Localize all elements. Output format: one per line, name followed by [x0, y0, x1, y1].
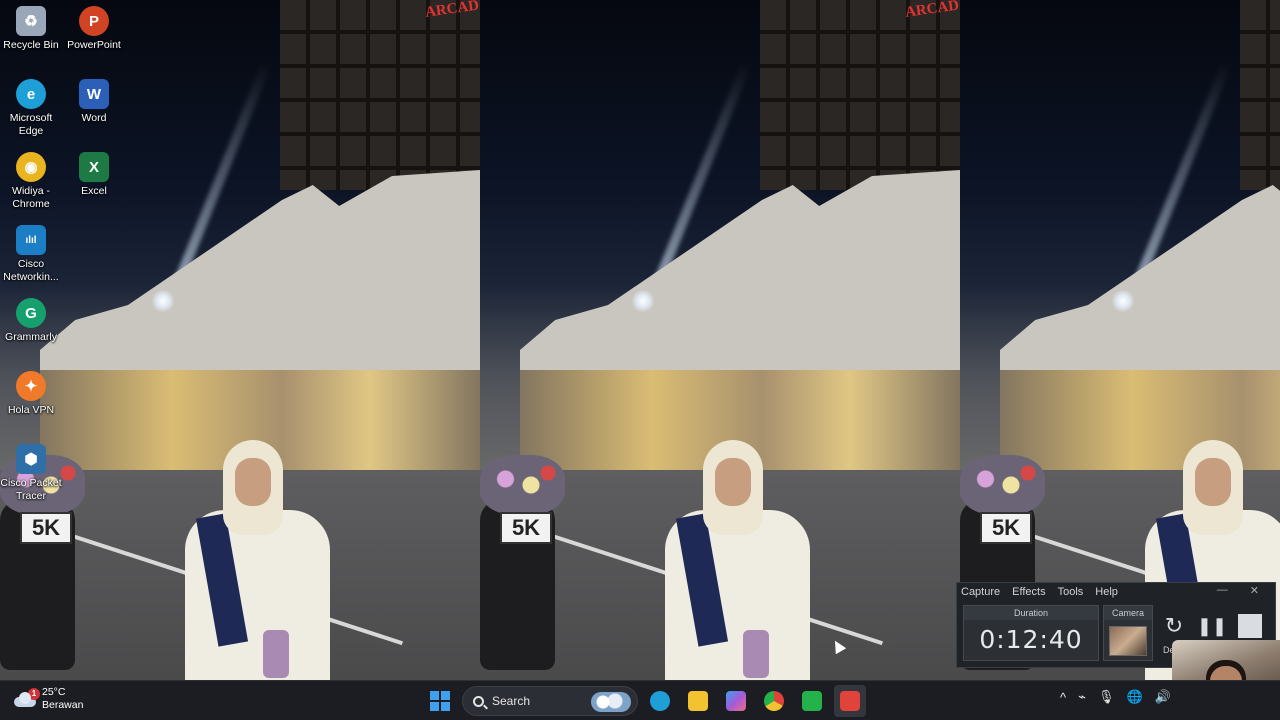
minimize-button[interactable]: — [1217, 584, 1228, 597]
chrome-icon: ◉ [16, 152, 46, 182]
desktop-icon-label: Hola VPN [7, 404, 55, 416]
camtasia-green-icon [802, 691, 822, 711]
copilot-icon [726, 691, 746, 711]
taskbar-chrome[interactable] [758, 685, 790, 717]
camtasia-red-icon [840, 691, 860, 711]
desktop-icon-label: Cisco Networkin... [3, 258, 59, 283]
camera-preview [1109, 626, 1147, 656]
desktop-icon-chrome[interactable]: ◉ Widiya - Chrome [0, 152, 63, 211]
excel-icon: X [79, 152, 109, 182]
taskbar-file-explorer[interactable] [682, 685, 714, 717]
desktop-icon-label: Word [81, 112, 107, 124]
pause-icon: ❚❚ [1196, 615, 1228, 636]
taskbar: 1 25°C Berawan Search ^ ⌁ 🎙 🌐 🔊 [0, 680, 1280, 720]
windows-logo-icon [430, 691, 450, 711]
stop-button[interactable] [1237, 613, 1263, 639]
duration-title: Duration [964, 606, 1098, 620]
camera-panel[interactable]: Camera [1103, 605, 1153, 661]
desktop-icon-microsoft-edge[interactable]: e Microsoft Edge [0, 79, 63, 138]
powerpoint-icon: P [79, 6, 109, 36]
word-icon: W [79, 79, 109, 109]
recycle-bin-icon: ♻ [16, 6, 46, 36]
desktop-icon-cisco-packet-tracer[interactable]: ⬢ Cisco Packet Tracer [0, 444, 63, 503]
menu-tools[interactable]: Tools [1058, 586, 1084, 598]
restart-icon: ↻ [1164, 613, 1184, 638]
menu-capture[interactable]: Capture [961, 586, 1000, 598]
desktop-icon-label: Cisco Packet Tracer [0, 477, 62, 502]
desktop-icon-powerpoint[interactable]: P PowerPoint [62, 6, 126, 52]
grammarly-icon: G [16, 298, 46, 328]
camera-title: Camera [1104, 606, 1152, 620]
desktop-icon-label: Excel [81, 185, 107, 197]
close-button[interactable]: ✕ [1250, 584, 1259, 597]
edge-taskbar-icon [650, 691, 670, 711]
wallpaper-photo-3: ARCADIA 5K [960, 0, 1280, 680]
start-button[interactable] [424, 685, 456, 717]
taskbar-center: Search [424, 685, 866, 717]
search-icon [473, 695, 484, 707]
taskbar-camtasia-red[interactable] [834, 685, 866, 717]
desktop-icon-hola-vpn[interactable]: ✦ Hola VPN [0, 371, 63, 417]
notification-badge: 1 [28, 688, 40, 700]
desktop-icon-recycle-bin[interactable]: ♻ Recycle Bin [0, 6, 63, 52]
search-highlight-icon [591, 692, 631, 712]
desktop-icon-cisco-networking[interactable]: ılıl Cisco Networkin... [0, 225, 63, 284]
restart-button[interactable]: ↻ [1161, 613, 1187, 639]
desktop-icon-label: Grammarly [5, 331, 57, 343]
desktop-icon-excel[interactable]: X Excel [62, 152, 126, 198]
show-hidden-icons-chevron-icon[interactable]: ^ [1060, 690, 1066, 705]
taskbar-camtasia-green[interactable] [796, 685, 828, 717]
microphone-icon[interactable]: 🎙 [1098, 689, 1115, 705]
wallpaper-photo-2: ARCADIA 5K [480, 0, 960, 680]
taskbar-edge[interactable] [644, 685, 676, 717]
duration-timer: 0:12:40 [979, 625, 1083, 654]
menu-help[interactable]: Help [1095, 586, 1118, 598]
wallpaper-plate: 5K [500, 512, 552, 544]
desktop-icon-word[interactable]: W Word [62, 79, 126, 125]
wallpaper-plate: 5K [980, 512, 1032, 544]
system-tray: ^ ⌁ 🎙 🌐 🔊 [1060, 689, 1171, 705]
recorder-menubar: Capture Effects Tools Help — ✕ [957, 583, 1275, 601]
search-label: Search [492, 694, 531, 708]
desktop-icon-grammarly[interactable]: G Grammarly [0, 298, 63, 344]
wallpaper-plate: 5K [20, 512, 72, 544]
menu-effects[interactable]: Effects [1012, 586, 1045, 598]
desktop-icon-label: Microsoft Edge [9, 112, 53, 137]
cisco-icon: ılıl [16, 225, 46, 255]
taskbar-search[interactable]: Search [462, 686, 638, 716]
weather-temperature: 25°C [42, 686, 66, 698]
hola-vpn-icon: ✦ [16, 371, 46, 401]
edge-icon: e [16, 79, 46, 109]
desktop-icon-label: PowerPoint [67, 39, 121, 51]
volume-icon[interactable]: 🔊 [1155, 689, 1171, 705]
desktop-wallpaper: ARCADIA 5K ARCADIA 5K ARCADIA 5K [0, 0, 1280, 680]
pause-button[interactable]: ❚❚ [1196, 613, 1228, 639]
network-icon[interactable]: ⌁ [1078, 689, 1086, 705]
duration-panel: Duration 0:12:40 [963, 605, 1099, 661]
taskbar-copilot[interactable] [720, 685, 752, 717]
chrome-taskbar-icon [764, 691, 784, 711]
desktop-icon-label: Recycle Bin [3, 39, 59, 51]
desktop-icon-label: Widiya - Chrome [12, 185, 50, 210]
cloud-weather-icon: 1 [14, 688, 40, 707]
packet-tracer-icon: ⬢ [16, 444, 46, 474]
weather-condition: Berawan [42, 699, 84, 711]
stop-icon [1238, 614, 1262, 638]
language-globe-icon[interactable]: 🌐 [1126, 689, 1142, 705]
weather-widget[interactable]: 1 25°C Berawan [14, 686, 83, 712]
file-explorer-icon [688, 691, 708, 711]
